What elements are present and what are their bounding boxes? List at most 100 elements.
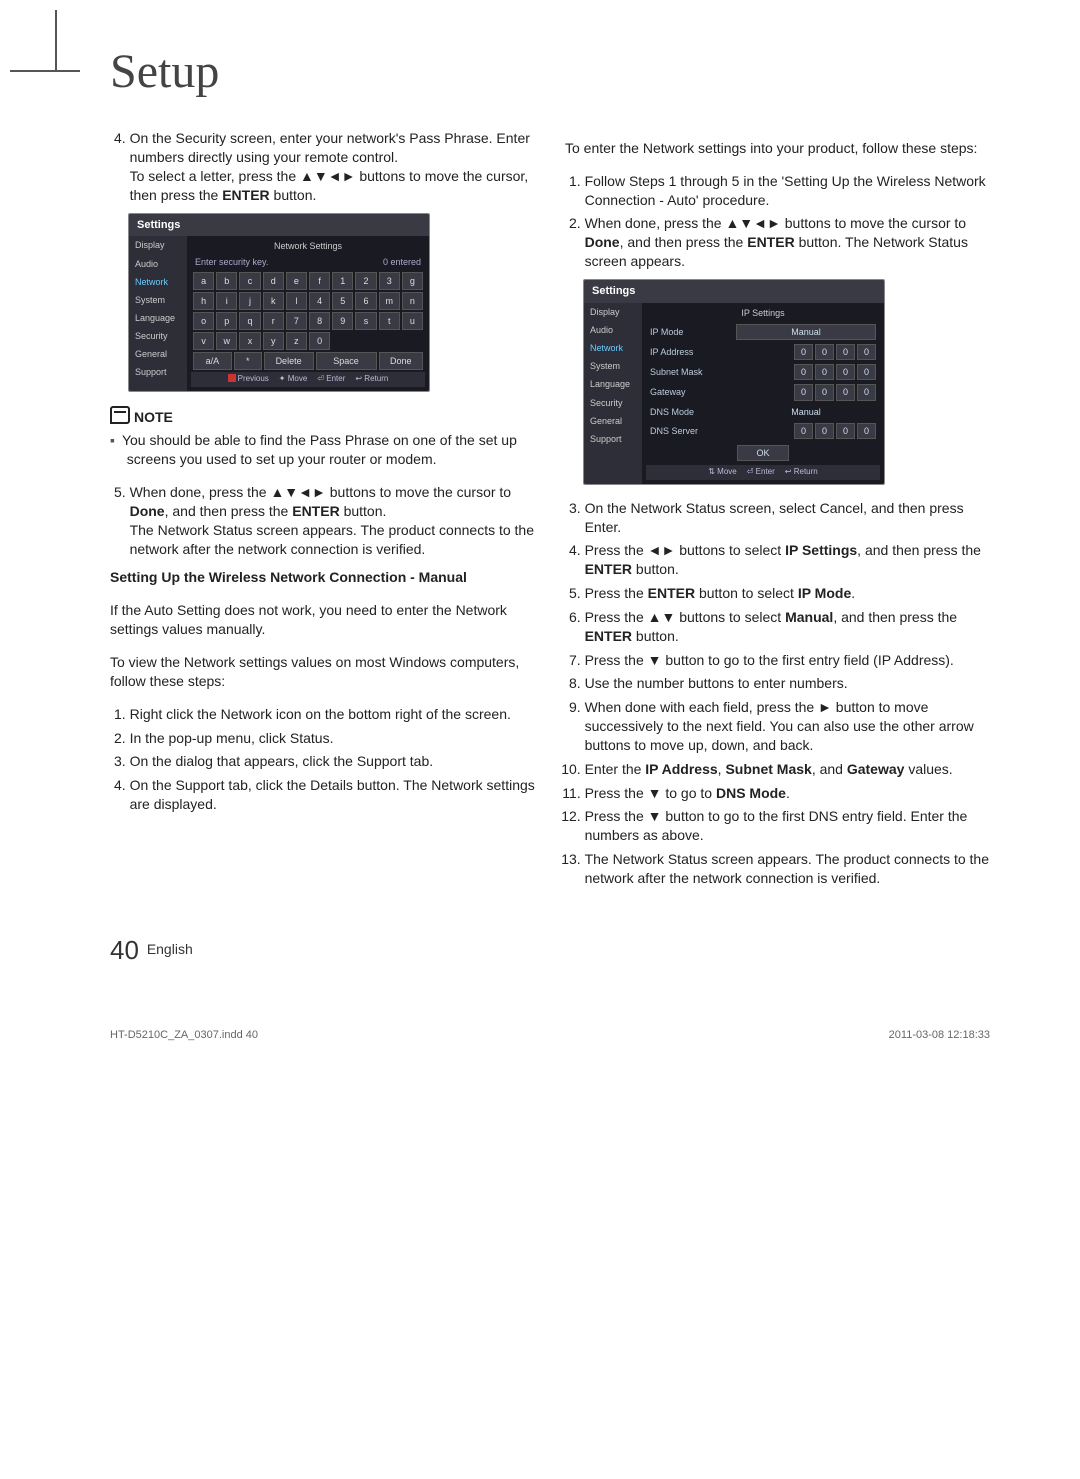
key-2[interactable]: 2 — [355, 272, 376, 290]
rstep-3: On the Network Status screen, select Can… — [585, 499, 990, 537]
key-e[interactable]: e — [286, 272, 307, 290]
sn-o3[interactable]: 0 — [836, 364, 855, 380]
key-o[interactable]: o — [193, 312, 214, 330]
rs5c: button to select — [695, 585, 798, 601]
gw-o2[interactable]: 0 — [815, 384, 834, 400]
panel1-sidebar: Display Audio Network System Language Se… — [129, 236, 187, 391]
gateway-row: Gateway 0 0 0 0 — [646, 382, 880, 402]
ip-settings-panel: Settings Display Audio Network System La… — [583, 279, 885, 485]
key-w[interactable]: w — [216, 332, 237, 350]
ip-o1[interactable]: 0 — [794, 344, 813, 360]
rs4e: button. — [632, 561, 679, 577]
key-r[interactable]: r — [263, 312, 284, 330]
key-g[interactable]: g — [402, 272, 423, 290]
done-label: Done — [130, 503, 165, 519]
subnet-value[interactable]: 0 0 0 0 — [736, 364, 876, 380]
dnsserver-value[interactable]: 0 0 0 0 — [736, 423, 876, 439]
key-delete[interactable]: Delete — [264, 352, 314, 370]
panel1-bottom-bar: Previous ✦ Move ⏎ Enter ↩ Return — [191, 372, 425, 387]
key-z[interactable]: z — [286, 332, 307, 350]
ipmode-value[interactable]: Manual — [736, 324, 876, 340]
note-heading: NOTE — [110, 406, 535, 427]
rs6a: Press the ▲▼ buttons to select — [585, 609, 785, 625]
sn-o1[interactable]: 0 — [794, 364, 813, 380]
key-s[interactable]: s — [355, 312, 376, 330]
rs11c: . — [786, 785, 790, 801]
key-f[interactable]: f — [309, 272, 330, 290]
ip-o2[interactable]: 0 — [815, 344, 834, 360]
key-d[interactable]: d — [263, 272, 284, 290]
bar2-return-label: Return — [794, 467, 818, 476]
network-settings-panel: Settings Display Audio Network System La… — [128, 213, 430, 393]
win-step-1: Right click the Network icon on the bott… — [130, 705, 535, 724]
key-space[interactable]: Space — [316, 352, 377, 370]
key-y[interactable]: y — [263, 332, 284, 350]
rstep-10: Enter the IP Address, Subnet Mask, and G… — [585, 760, 990, 779]
bar2-enter-label: Enter — [756, 467, 775, 476]
panel2-sidebar: Display Audio Network System Language Se… — [584, 303, 642, 484]
rs5d: IP Mode — [798, 585, 851, 601]
ok-button[interactable]: OK — [737, 445, 789, 461]
key-x[interactable]: x — [239, 332, 260, 350]
rs11b: DNS Mode — [716, 785, 786, 801]
gateway-value[interactable]: 0 0 0 0 — [736, 384, 876, 400]
ip-o3[interactable]: 0 — [836, 344, 855, 360]
gw-o1[interactable]: 0 — [794, 384, 813, 400]
key-7[interactable]: 7 — [286, 312, 307, 330]
rs6b: Manual — [785, 609, 833, 625]
note-label: NOTE — [134, 409, 173, 425]
key-a[interactable]: a — [193, 272, 214, 290]
dns-o2[interactable]: 0 — [815, 423, 834, 439]
dns-o3[interactable]: 0 — [836, 423, 855, 439]
key-i[interactable]: i — [216, 292, 237, 310]
rs10g: values. — [904, 761, 952, 777]
side2-general: General — [584, 412, 642, 430]
ip-o4[interactable]: 0 — [857, 344, 876, 360]
key-star[interactable]: * — [234, 352, 262, 370]
key-3[interactable]: 3 — [379, 272, 400, 290]
key-done[interactable]: Done — [379, 352, 423, 370]
key-l[interactable]: l — [286, 292, 307, 310]
dns-o4[interactable]: 0 — [857, 423, 876, 439]
key-1[interactable]: 1 — [332, 272, 353, 290]
ipaddress-value[interactable]: 0 0 0 0 — [736, 344, 876, 360]
key-4[interactable]: 4 — [309, 292, 330, 310]
key-m[interactable]: m — [379, 292, 400, 310]
onscreen-keypad: a b c d e f 1 2 3 g h i j k l — [191, 270, 425, 353]
bar-return-label: Return — [364, 374, 388, 383]
bar-previous-label: Previous — [238, 374, 269, 383]
ipaddress-row: IP Address 0 0 0 0 — [646, 342, 880, 362]
bar-enter: ⏎ Enter — [317, 374, 345, 385]
key-t[interactable]: t — [379, 312, 400, 330]
key-h[interactable]: h — [193, 292, 214, 310]
key-k[interactable]: k — [263, 292, 284, 310]
sn-o4[interactable]: 0 — [857, 364, 876, 380]
key-c[interactable]: c — [239, 272, 260, 290]
manual-section-heading: Setting Up the Wireless Network Connecti… — [110, 568, 535, 587]
key-9[interactable]: 9 — [332, 312, 353, 330]
key-v[interactable]: v — [193, 332, 214, 350]
note-list: You should be able to find the Pass Phra… — [110, 431, 535, 469]
key-shift[interactable]: a/A — [193, 352, 232, 370]
key-n[interactable]: n — [402, 292, 423, 310]
gw-o3[interactable]: 0 — [836, 384, 855, 400]
key-j[interactable]: j — [239, 292, 260, 310]
sn-o2[interactable]: 0 — [815, 364, 834, 380]
key-u[interactable]: u — [402, 312, 423, 330]
subnet-label: Subnet Mask — [650, 366, 730, 378]
bar-move-label: Move — [288, 374, 308, 383]
page-title: Setup — [110, 40, 990, 105]
dns-o1[interactable]: 0 — [794, 423, 813, 439]
key-q[interactable]: q — [239, 312, 260, 330]
dnsmode-value[interactable]: Manual — [736, 405, 876, 419]
key-p[interactable]: p — [216, 312, 237, 330]
gw-o4[interactable]: 0 — [857, 384, 876, 400]
footer-date: 2011-03-08 12:18:33 — [889, 1028, 990, 1043]
key-6[interactable]: 6 — [355, 292, 376, 310]
key-b[interactable]: b — [216, 272, 237, 290]
key-8[interactable]: 8 — [309, 312, 330, 330]
key-5[interactable]: 5 — [332, 292, 353, 310]
side-display: Display — [129, 236, 187, 254]
key-0[interactable]: 0 — [309, 332, 330, 350]
side2-support: Support — [584, 430, 642, 448]
